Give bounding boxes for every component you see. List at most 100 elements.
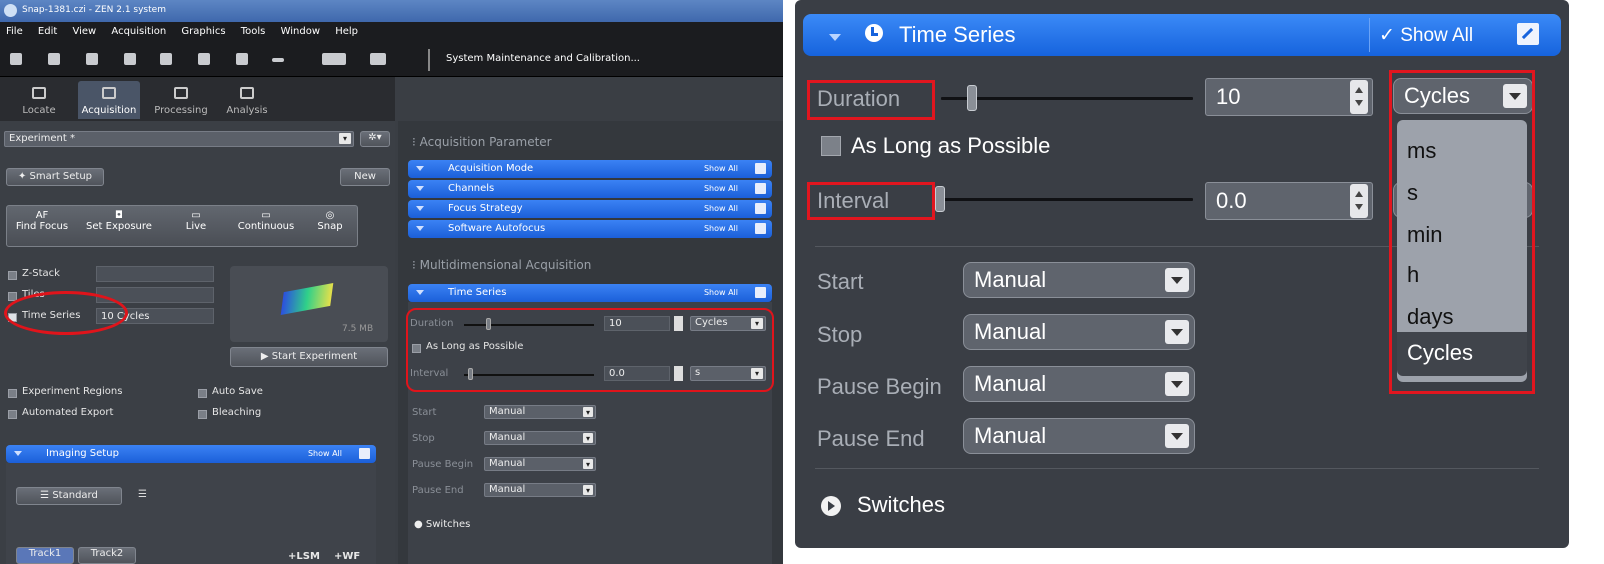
start-experiment-button[interactable]: ▶ Start Experiment [230, 347, 388, 367]
expand-icon[interactable] [359, 448, 370, 459]
expand-icon[interactable] [755, 223, 766, 234]
start-label: Start [817, 269, 864, 294]
open-icon[interactable] [48, 53, 60, 65]
interval-slider-knob[interactable] [935, 186, 945, 212]
show-all-toggle[interactable]: Show All [704, 288, 738, 297]
switches-toggle[interactable]: Switches [821, 492, 1021, 522]
stop-select[interactable]: Manual ▾ [484, 431, 596, 445]
add-lsm-button[interactable]: +LSM [288, 551, 320, 562]
import-icon[interactable] [198, 53, 210, 65]
menu-file[interactable]: File [0, 22, 29, 37]
minus-icon[interactable] [272, 58, 284, 62]
start-select[interactable]: Manual ▾ [484, 405, 596, 419]
tab-locate[interactable]: Locate [8, 81, 70, 119]
expand-icon[interactable] [755, 183, 766, 194]
duration-slider-track[interactable] [941, 97, 1193, 100]
menu-tools[interactable]: Tools [235, 22, 272, 37]
duration-input[interactable]: 10 [1205, 78, 1373, 116]
display-icon[interactable] [322, 53, 346, 65]
snap-icon: ◎ [325, 210, 335, 221]
chevron-down-icon: ▾ [339, 133, 351, 144]
monitor-icon[interactable] [370, 53, 386, 65]
interval-spinner[interactable] [1350, 184, 1368, 218]
menu-help[interactable]: Help [329, 22, 364, 37]
pause-end-select[interactable]: Manual [963, 418, 1195, 454]
expand-icon[interactable] [1517, 23, 1539, 45]
experiment-regions-checkbox[interactable] [8, 389, 17, 398]
start-value: Manual [974, 267, 1047, 292]
show-all-toggle[interactable]: Show All [704, 204, 738, 213]
pin-icon[interactable] [10, 53, 22, 65]
find-focus-button[interactable]: AF Find Focus [7, 206, 77, 246]
menu-edit[interactable]: Edit [32, 22, 63, 37]
menu-icon[interactable]: ☰ [138, 489, 147, 500]
acquisition-mode-header[interactable]: Acquisition Mode Show All [408, 160, 772, 178]
focus-strategy-header[interactable]: Focus Strategy Show All [408, 200, 772, 218]
save-as-icon[interactable] [124, 53, 136, 65]
switches-toggle[interactable]: ● Switches [414, 519, 470, 530]
menu-graphics[interactable]: Graphics [175, 22, 231, 37]
tab-analysis[interactable]: Analysis [216, 81, 278, 119]
chevron-down-icon: ▾ [583, 485, 593, 495]
expand-icon[interactable] [755, 287, 766, 298]
expand-arrow-icon [416, 166, 424, 171]
imaging-setup-title: Imaging Setup [46, 448, 119, 459]
show-all-toggle[interactable]: Show All [704, 164, 738, 173]
menu-acquisition[interactable]: Acquisition [105, 22, 172, 37]
close-file-icon[interactable] [160, 53, 172, 65]
show-all-toggle[interactable]: Show All [308, 449, 342, 458]
menu-window[interactable]: Window [275, 22, 326, 37]
time-series-header[interactable]: Time Series Show All [408, 284, 772, 302]
standard-button[interactable]: ☰ Standard [16, 487, 122, 505]
channels-header[interactable]: Channels Show All [408, 180, 772, 198]
bleaching-checkbox[interactable] [198, 410, 207, 419]
smart-setup-button[interactable]: ✦ Smart Setup [6, 168, 104, 186]
tab-acquisition-label: Acquisition [81, 105, 137, 116]
experiment-select[interactable]: Experiment * ▾ [4, 131, 354, 147]
time-series-header[interactable]: Time Series ✓ Show All [803, 14, 1561, 56]
automated-export-checkbox[interactable] [8, 410, 17, 419]
system-maintenance-button[interactable]: System Maintenance and Calibration... [446, 53, 640, 64]
live-button[interactable]: ▭ Live [161, 206, 231, 246]
tab-processing[interactable]: Processing [150, 81, 212, 119]
expand-icon[interactable] [755, 163, 766, 174]
stop-select[interactable]: Manual [963, 314, 1195, 350]
save-icon[interactable] [86, 53, 98, 65]
focus-strategy-title: Focus Strategy [448, 203, 523, 214]
software-autofocus-header[interactable]: Software Autofocus Show All [408, 220, 772, 238]
pause-begin-select[interactable]: Manual ▾ [484, 457, 596, 471]
duration-slider-knob[interactable] [967, 85, 977, 111]
continuous-button[interactable]: ▭ Continuous [231, 206, 301, 246]
show-all-toggle[interactable]: ✓ Show All [1379, 24, 1473, 47]
new-button[interactable]: New [340, 168, 390, 186]
duration-spinner[interactable] [1350, 80, 1368, 114]
interval-slider-track[interactable] [941, 198, 1193, 201]
tab-track1[interactable]: Track1 [16, 547, 74, 564]
set-exposure-button[interactable]: ◘ Set Exposure [77, 206, 161, 246]
as-long-checkbox[interactable] [821, 136, 841, 156]
imaging-setup-header[interactable]: Imaging Setup Show All [6, 445, 376, 463]
pause-end-label: Pause End [817, 426, 925, 451]
z-stack-checkbox[interactable] [8, 271, 17, 280]
tab-track2[interactable]: Track2 [78, 547, 136, 564]
show-all-toggle[interactable]: Show All [704, 224, 738, 233]
window-titlebar: Snap-1381.czi - ZEN 2.1 system [0, 0, 783, 22]
pause-begin-select[interactable]: Manual [963, 366, 1195, 402]
pause-end-value: Manual [489, 484, 526, 495]
collapse-icon [416, 290, 424, 295]
chevron-down-icon: ▾ [583, 459, 593, 469]
collapse-icon[interactable] [829, 34, 841, 41]
start-select[interactable]: Manual [963, 262, 1195, 298]
start-value: Manual [489, 406, 526, 417]
auto-save-checkbox[interactable] [198, 389, 207, 398]
menu-view[interactable]: View [66, 22, 102, 37]
gear-menu-button[interactable]: ✲▾ [360, 131, 390, 147]
pause-end-select[interactable]: Manual ▾ [484, 483, 596, 497]
add-wf-button[interactable]: +WF [334, 551, 360, 562]
tab-acquisition[interactable]: Acquisition [78, 81, 140, 119]
show-all-toggle[interactable]: Show All [704, 184, 738, 193]
export-icon[interactable] [236, 53, 248, 65]
expand-icon[interactable] [755, 203, 766, 214]
interval-input[interactable]: 0.0 [1205, 182, 1373, 220]
snap-button[interactable]: ◎ Snap [301, 206, 359, 246]
